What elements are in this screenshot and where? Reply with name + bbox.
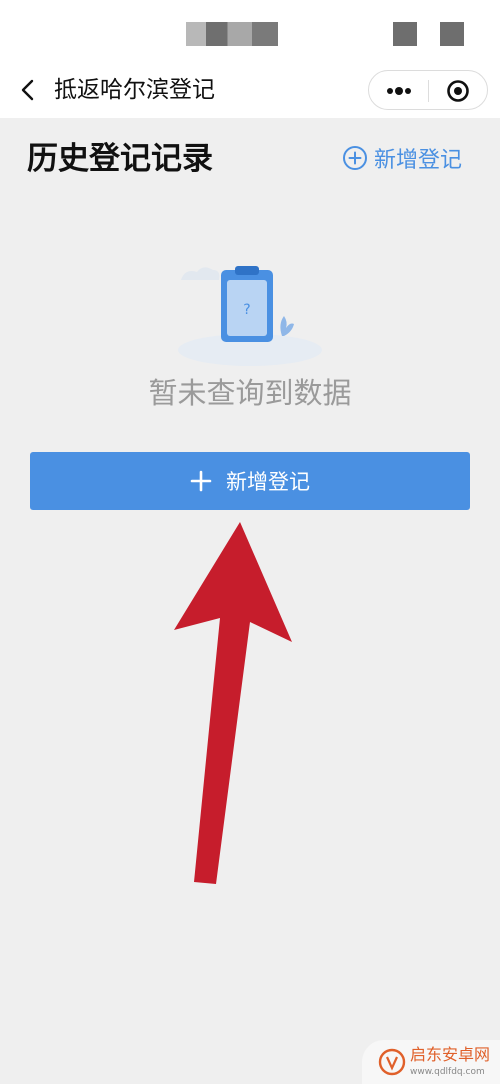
add-registration-link[interactable]: 新增登记 [342,140,462,176]
blurred-status-icon [440,22,464,46]
close-miniprogram-button[interactable] [444,78,472,104]
more-button[interactable] [379,77,419,105]
watermark-name: 启东安卓网 [410,1045,491,1064]
site-watermark: 启东安卓网 www.qdlfdq.com [362,1040,500,1084]
more-dots-icon [387,87,411,95]
nav-bar: 抵返哈尔滨登记 [0,62,500,118]
empty-clipboard-illustration: ? [165,258,335,368]
red-annotation-arrow [174,522,292,884]
watermark-logo-icon [378,1048,406,1076]
chevron-left-icon [21,79,34,101]
miniprogram-capsule [368,70,488,110]
target-icon [447,80,469,102]
plus-icon [190,470,212,492]
add-link-label: 新增登记 [374,148,463,173]
add-registration-button[interactable]: 新增登记 [30,452,470,510]
clipboard-question-icon: ? [178,266,322,366]
add-button-label: 新增登记 [226,470,310,494]
empty-state-message: 暂未查询到数据 [148,376,352,410]
blurred-status-info [186,22,278,46]
watermark-url: www.qdlfdq.com [410,1067,485,1077]
plus-circle-icon [343,146,367,170]
page-title: 历史登记记录 [27,141,213,177]
blurred-status-icon [393,22,417,46]
capsule-divider [428,80,429,102]
status-bar [0,0,500,62]
back-button[interactable] [14,74,44,106]
nav-title: 抵返哈尔滨登记 [54,77,215,103]
svg-text:?: ? [243,302,250,318]
